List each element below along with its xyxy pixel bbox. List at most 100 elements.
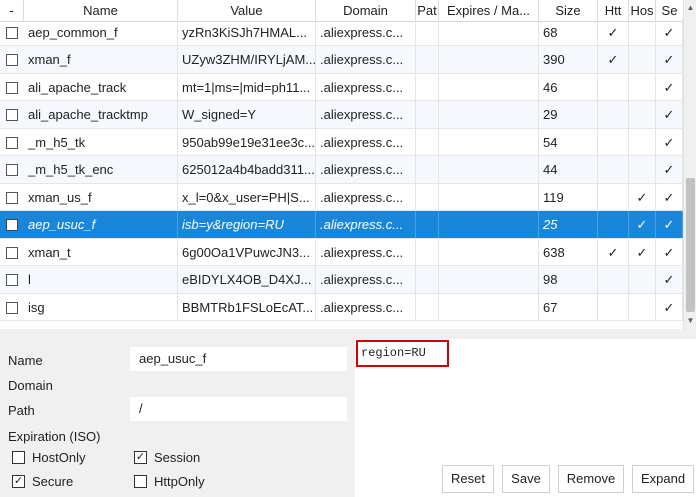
row-checkbox[interactable] [6, 26, 18, 39]
cell-secure-check-icon: ✓ [656, 238, 683, 266]
session-checkbox[interactable]: ✓ Session [134, 450, 234, 466]
cell-size: 67 [539, 293, 598, 321]
row-checkbox[interactable] [6, 109, 18, 121]
cell-size: 54 [539, 128, 598, 156]
secure-checkbox[interactable]: ✓ Secure [12, 474, 112, 490]
row-checkbox[interactable] [6, 136, 18, 149]
row-checkbox[interactable] [6, 219, 18, 231]
table-row[interactable]: xman_t 6g00Oa1VPuwcJN3... .aliexpress.c...… [0, 238, 683, 266]
cell-httponly-check-icon: ✓ [598, 46, 629, 73]
cell-value: 6g00Oa1VPuwcJN3... [178, 238, 316, 266]
row-checkbox[interactable] [6, 191, 18, 204]
cell-domain: .aliexpress.c... [316, 18, 416, 46]
expand-button[interactable]: Expand [632, 465, 694, 493]
cell-path [416, 101, 439, 128]
cell-expires [439, 183, 539, 211]
table-row[interactable]: isg BBMTRb1FSLoEcAT... .aliexpress.c... 67 ✓ [0, 293, 683, 321]
table-row[interactable]: l eBIDYLX4OB_D4XJ... .aliexpress.c... 98 ✓ [0, 266, 683, 294]
cell-httponly-check-icon [598, 101, 629, 128]
cell-domain: .aliexpress.c... [316, 73, 416, 101]
row-checkbox[interactable] [6, 54, 18, 66]
cell-path [416, 183, 439, 211]
check-icon: ✓ [135, 451, 146, 463]
cookie-table: - Name Value Domain Pat Expires / Ma... … [0, 0, 683, 329]
cell-value: eBIDYLX4OB_D4XJ... [178, 266, 316, 293]
cell-expires [439, 293, 539, 321]
name-field[interactable]: aep_usuc_f [130, 347, 347, 371]
cell-domain: .aliexpress.c... [316, 293, 416, 321]
cell-hostonly-check-icon [629, 293, 656, 321]
cell-secure-check-icon: ✓ [656, 101, 683, 128]
cell-domain: .aliexpress.c... [316, 128, 416, 156]
cell-size: 44 [539, 156, 598, 183]
cell-path [416, 46, 439, 73]
cell-hostonly-check-icon: ✓ [629, 183, 656, 211]
cell-hostonly-check-icon [629, 156, 656, 183]
scroll-down-icon[interactable]: ▼ [684, 313, 696, 329]
cell-secure-check-icon: ✓ [656, 266, 683, 293]
scrollbar-thumb[interactable] [686, 178, 695, 312]
cell-size: 68 [539, 18, 598, 46]
cell-name: aep_usuc_f [24, 211, 178, 238]
cell-value: 950ab99e19e31ee3c... [178, 128, 316, 156]
cell-secure-check-icon: ✓ [656, 156, 683, 183]
cell-httponly-check-icon [598, 293, 629, 321]
cell-domain: .aliexpress.c... [316, 238, 416, 266]
httponly-box[interactable] [134, 475, 147, 488]
session-box[interactable]: ✓ [134, 451, 147, 464]
row-checkbox[interactable] [6, 164, 18, 176]
cell-value: 625012a4b4badd311... [178, 156, 316, 183]
table-row[interactable]: ali_apache_track mt=1|ms=|mid=ph11... .ali… [0, 73, 683, 101]
path-field[interactable]: / [130, 397, 347, 421]
cell-name: aep_common_f [24, 18, 178, 46]
table-row[interactable]: ali_apache_tracktmp W_signed=Y .aliexpress… [0, 101, 683, 129]
cell-expires [439, 266, 539, 293]
cell-name: ali_apache_tracktmp [24, 101, 178, 128]
cell-value: mt=1|ms=|mid=ph11... [178, 73, 316, 101]
table-row[interactable]: xman_f UZyw3ZHM/IRYLjAM... .aliexpress.c..… [0, 46, 683, 74]
cell-path [416, 293, 439, 321]
cell-name: ali_apache_track [24, 73, 178, 101]
cell-size: 390 [539, 46, 598, 73]
reset-button[interactable]: Reset [442, 465, 494, 493]
cell-httponly-check-icon [598, 156, 629, 183]
hostonly-checkbox[interactable]: HostOnly [12, 450, 112, 466]
cell-expires [439, 46, 539, 73]
cell-secure-check-icon: ✓ [656, 46, 683, 73]
cell-size: 98 [539, 266, 598, 293]
cell-name: xman_t [24, 238, 178, 266]
hostonly-box[interactable] [12, 451, 25, 464]
httponly-checkbox[interactable]: HttpOnly [134, 474, 234, 490]
cell-httponly-check-icon [598, 266, 629, 293]
table-scrollbar[interactable]: ▲ ▼ [683, 0, 696, 329]
cell-expires [439, 211, 539, 238]
cell-domain: .aliexpress.c... [316, 156, 416, 183]
path-label: Path [8, 403, 35, 418]
cell-name: xman_f [24, 46, 178, 73]
cell-hostonly-check-icon [629, 128, 656, 156]
table-row[interactable]: _m_h5_tk 950ab99e19e31ee3c... .aliexpress.… [0, 128, 683, 156]
table-row[interactable]: aep_usuc_f isb=y&region=RU .aliexpress.c..… [0, 211, 683, 239]
table-row[interactable]: aep_common_f yzRn3KiSJh7HMAL... .aliexpres… [0, 18, 683, 46]
row-checkbox[interactable] [6, 81, 18, 94]
cell-secure-check-icon: ✓ [656, 293, 683, 321]
cell-domain: .aliexpress.c... [316, 101, 416, 128]
cell-path [416, 211, 439, 238]
row-checkbox[interactable] [6, 301, 18, 314]
table-row[interactable]: xman_us_f x_l=0&x_user=PH|S... .aliexpress… [0, 183, 683, 211]
row-checkbox[interactable] [6, 246, 18, 259]
cell-hostonly-check-icon: ✓ [629, 238, 656, 266]
cell-value: BBMTRb1FSLoEcAT... [178, 293, 316, 321]
cell-expires [439, 128, 539, 156]
cell-name: isg [24, 293, 178, 321]
cell-path [416, 156, 439, 183]
save-button[interactable]: Save [502, 465, 550, 493]
scroll-up-icon[interactable]: ▲ [684, 0, 696, 16]
value-text[interactable]: region=RU [356, 340, 449, 367]
cell-value: x_l=0&x_user=PH|S... [178, 183, 316, 211]
remove-button[interactable]: Remove [558, 465, 624, 493]
secure-box[interactable]: ✓ [12, 475, 25, 488]
row-checkbox[interactable] [6, 274, 18, 286]
table-row[interactable]: _m_h5_tk_enc 625012a4b4badd311... .aliexpr… [0, 156, 683, 184]
cell-value: W_signed=Y [178, 101, 316, 128]
